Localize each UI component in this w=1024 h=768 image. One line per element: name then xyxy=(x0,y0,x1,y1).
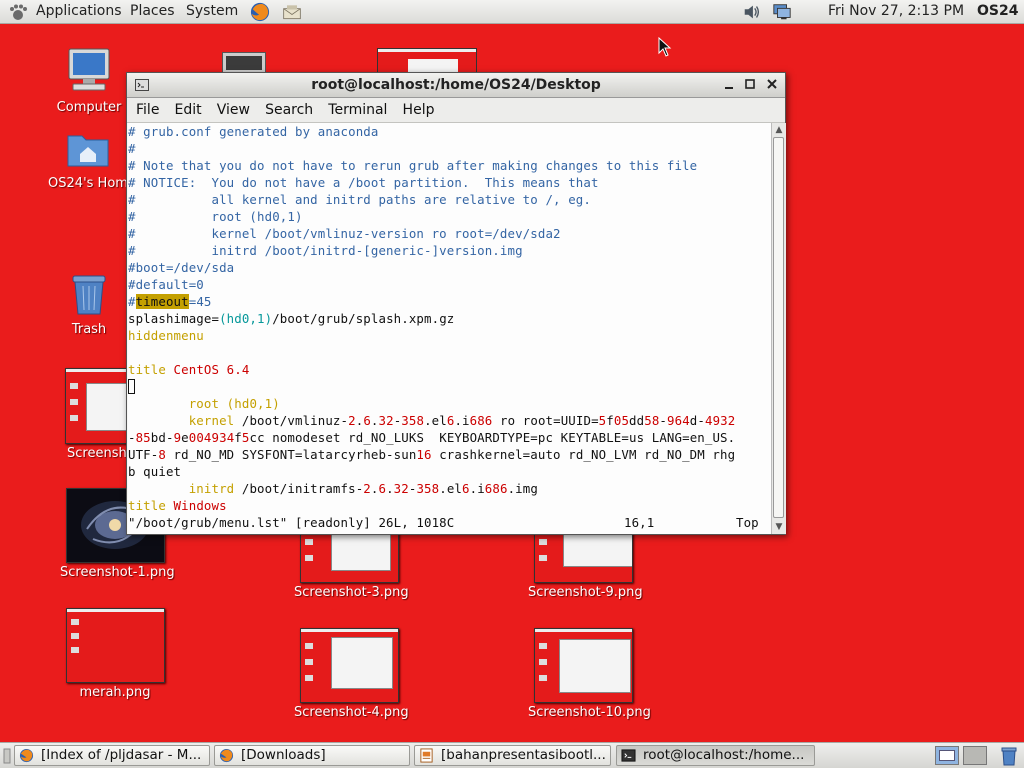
workspace-2[interactable] xyxy=(963,746,987,765)
terminal-title: root@localhost:/home/OS24/Desktop xyxy=(311,77,601,93)
applications-menu[interactable]: Applications xyxy=(36,0,122,24)
computer-icon xyxy=(68,48,110,91)
taskbar-item-terminal[interactable]: root@localhost:/home... xyxy=(616,745,815,766)
system-menu[interactable]: System xyxy=(186,0,238,24)
screenshot-thumbnail xyxy=(65,608,165,683)
clock[interactable]: Fri Nov 27, 2:13 PM xyxy=(828,0,964,24)
scroll-thumb[interactable] xyxy=(773,137,784,518)
menu-edit[interactable]: Edit xyxy=(170,98,207,122)
terminal-line: root (hd0,1) xyxy=(188,396,280,411)
terminal-line: UTF-8 rd_NO_MD SYSFONT=latarcyrheb-sun16… xyxy=(128,447,736,462)
terminal-line: # Note that you do not have to rerun gru… xyxy=(128,158,698,173)
desktop-icon-screenshot-10[interactable]: Screenshot-10.png xyxy=(528,628,651,720)
trash-applet-icon[interactable] xyxy=(998,745,1020,767)
maximize-button[interactable] xyxy=(742,76,758,92)
menu-terminal[interactable]: Terminal xyxy=(323,98,392,122)
desktop-icon-label: Screenshot-10.png xyxy=(528,705,651,720)
terminal-line: # root (hd0,1) xyxy=(128,209,303,224)
places-menu[interactable]: Places xyxy=(130,0,175,24)
terminal-text-area[interactable]: # grub.conf generated by anaconda # # Note… xyxy=(128,123,771,534)
screenshot-thumbnail xyxy=(299,628,399,703)
taskbar-item-label: [Downloads] xyxy=(241,747,326,763)
terminal-window[interactable]: root@localhost:/home/OS24/Desktop File E… xyxy=(126,72,786,535)
status-scroll-position: Top xyxy=(736,515,759,530)
maximize-icon xyxy=(745,79,755,89)
status-cursor-position: 16,1 xyxy=(624,515,655,530)
firefox-icon xyxy=(19,748,34,763)
terminal-line: b quiet xyxy=(128,464,182,479)
vim-status-line: "/boot/grub/menu.lst" [readonly] 26L, 10… xyxy=(128,514,771,531)
email-launcher-icon[interactable] xyxy=(282,2,302,22)
terminal-scrollbar[interactable]: ▲ ▼ xyxy=(771,123,786,534)
status-file-info: "/boot/grub/menu.lst" [readonly] 26L, 10… xyxy=(128,515,455,530)
terminal-line: # kernel /boot/vmlinuz-version ro root=/… xyxy=(128,226,561,241)
screenshot-thumbnail xyxy=(533,628,633,703)
desktop-icon-label: Screenshot-3.png xyxy=(294,585,409,600)
text-cursor xyxy=(128,379,135,394)
terminal-line: # grub.conf generated by anaconda xyxy=(128,124,379,139)
terminal-line: splashimage=(hd0,1)/boot/grub/splash.xpm… xyxy=(128,311,455,326)
screenshot-thumbnail xyxy=(65,368,127,444)
terminal-icon xyxy=(621,749,636,762)
home-folder-icon xyxy=(67,135,109,167)
gnome-foot-icon[interactable] xyxy=(8,3,28,23)
close-icon xyxy=(767,79,777,89)
network-icon[interactable] xyxy=(772,2,792,22)
terminal-line: -85bd-9e004934f5cc nomodeset rd_NO_LUKS … xyxy=(128,430,736,445)
desktop-icon-label: Screenshot-1.png xyxy=(60,565,175,580)
terminal-line: #default=0 xyxy=(128,277,204,292)
user-name[interactable]: OS24 xyxy=(977,0,1018,24)
menu-file[interactable]: File xyxy=(131,98,164,122)
taskbar-item-label: [Index of /pljdasar - M... xyxy=(41,747,202,763)
desktop-icon-label: Screenshot-4.png xyxy=(294,705,409,720)
terminal-title-bar[interactable]: root@localhost:/home/OS24/Desktop xyxy=(127,73,785,98)
desktop-icon-screenshot[interactable]: Screensh xyxy=(40,368,127,461)
terminal-line: hiddenmenu xyxy=(128,328,204,343)
minimize-icon xyxy=(725,87,733,89)
menu-view[interactable]: View xyxy=(212,98,255,122)
volume-icon[interactable] xyxy=(742,2,762,22)
desktop-icon-screenshot-4[interactable]: Screenshot-4.png xyxy=(294,628,409,720)
presentation-doc-icon xyxy=(420,748,433,763)
taskbar-item-label: root@localhost:/home... xyxy=(643,747,805,763)
taskbar-item-presentation[interactable]: [bahanpresentasibootl... xyxy=(414,745,611,766)
menu-search[interactable]: Search xyxy=(260,98,318,122)
menu-help[interactable]: Help xyxy=(398,98,440,122)
terminal-line: # NOTICE: You do not have a /boot partit… xyxy=(128,175,599,190)
terminal-menu-bar: File Edit View Search Terminal Help xyxy=(127,98,785,123)
terminal-line: title Windows xyxy=(128,498,227,513)
scroll-down-icon[interactable]: ▼ xyxy=(773,521,785,533)
firefox-launcher-icon[interactable] xyxy=(250,2,270,22)
terminal-line: # initrd /boot/initrd-[generic-]version.… xyxy=(128,243,523,258)
terminal-line: #boot=/dev/sda xyxy=(128,260,235,275)
desktop-icon-label: Screensh xyxy=(67,446,127,461)
taskbar-item-firefox-downloads[interactable]: [Downloads] xyxy=(214,745,410,766)
top-panel: Applications Places System Fri Nov 27, 2… xyxy=(0,0,1024,24)
desktop-icon-merah[interactable]: merah.png xyxy=(60,608,170,700)
show-desktop-icon[interactable] xyxy=(3,748,11,764)
terminal-line: title CentOS 6.4 xyxy=(128,362,250,377)
firefox-icon xyxy=(219,748,234,763)
terminal-line xyxy=(128,378,771,395)
desktop-icon-label: merah.png xyxy=(79,685,151,700)
close-button[interactable] xyxy=(764,76,780,92)
scroll-up-icon[interactable]: ▲ xyxy=(773,124,785,136)
terminal-line: #timeout=45 xyxy=(128,294,212,309)
taskbar-item-label: [bahanpresentasibootl... xyxy=(441,747,606,763)
workspace-1[interactable] xyxy=(935,746,959,765)
terminal-line: initrd /boot/initramfs-2.6.32-358.el6.i6… xyxy=(188,481,538,496)
terminal-line: # xyxy=(128,141,136,156)
trash-icon xyxy=(72,275,106,315)
desktop-icon-label: Screenshot-9.png xyxy=(528,585,643,600)
minimize-button[interactable] xyxy=(721,76,737,92)
mouse-pointer-icon xyxy=(658,37,672,57)
terminal-line: kernel /boot/vmlinuz-2.6.32-358.el6.i686… xyxy=(188,413,736,428)
taskbar-item-firefox-index[interactable]: [Index of /pljdasar - M... xyxy=(14,745,210,766)
bottom-panel: [Index of /pljdasar - M... [Downloads] [… xyxy=(0,742,1024,768)
terminal-line: # all kernel and initrd paths are relati… xyxy=(128,192,591,207)
